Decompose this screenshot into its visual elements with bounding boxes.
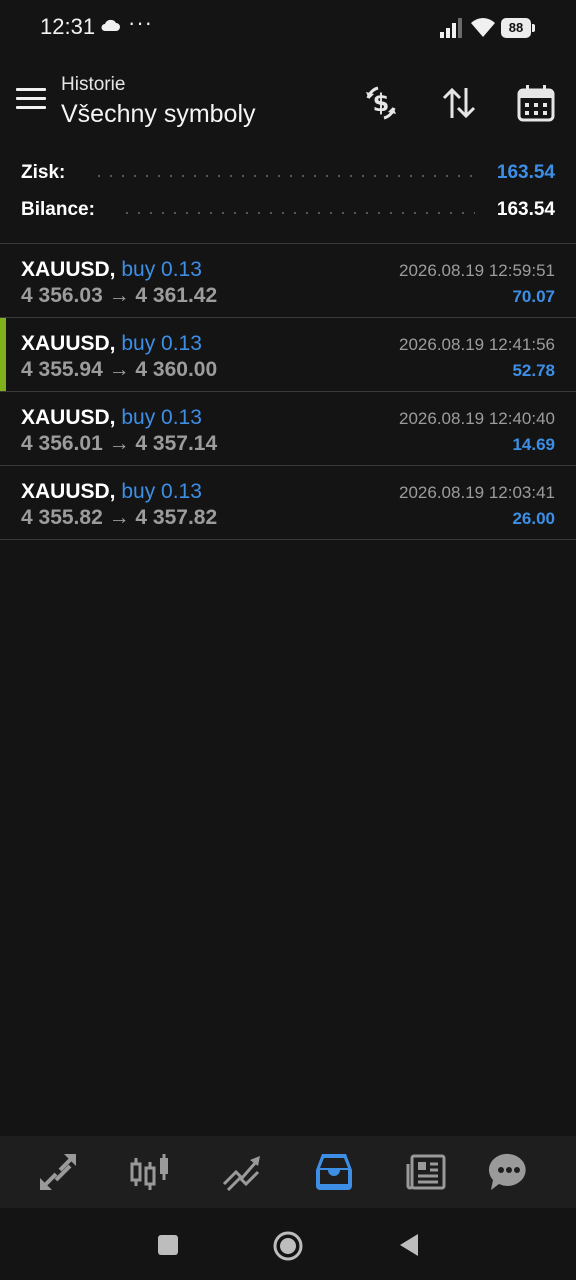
deal-time: 2026.08.19 12:41:56 (399, 335, 555, 354)
deal-row[interactable]: XAUUSD, buy 0.13 4 356.03 → 4 361.42 202… (0, 243, 576, 317)
deal-symbol: XAUUSD, buy 0.13 (21, 332, 202, 355)
deal-type: buy 0.13 (115, 258, 202, 281)
deal-prices: 4 355.94 → 4 360.00 (21, 358, 218, 381)
status-bar: 12:31 ··· 88 (0, 0, 576, 56)
deal-time: 2026.08.19 12:40:40 (399, 409, 555, 428)
deal-profit: 52.78 (512, 361, 555, 380)
balance-value: 163.54 (496, 199, 555, 220)
deal-type: buy 0.13 (115, 480, 202, 503)
deal-row-selected[interactable]: XAUUSD, buy 0.13 4 355.94 → 4 360.00 202… (0, 317, 576, 391)
deal-row[interactable]: XAUUSD, buy 0.13 4 356.01 → 4 357.14 202… (0, 391, 576, 465)
deal-symbol: XAUUSD, buy 0.13 (21, 480, 202, 503)
history-icon[interactable] (312, 1150, 356, 1194)
deal-time: 2026.08.19 12:59:51 (399, 261, 555, 280)
status-time: 12:31 (40, 14, 96, 39)
battery-icon: 88 (501, 18, 531, 38)
symbol-filter-title[interactable]: Všechny symboly (61, 100, 256, 129)
battery-tip (532, 24, 535, 32)
deal-profit: 14.69 (512, 435, 555, 454)
wifi-icon (470, 16, 496, 43)
svg-text:$: $ (373, 89, 390, 117)
leader-dots (121, 212, 475, 214)
deal-prices: 4 356.01 → 4 357.14 (21, 432, 218, 455)
profit-label: Zisk: (21, 162, 66, 183)
chart-icon[interactable] (128, 1150, 172, 1194)
deal-type: buy 0.13 (115, 406, 202, 429)
signal-icon (440, 18, 464, 43)
deal-list: XAUUSD, buy 0.13 4 356.03 → 4 361.42 202… (0, 243, 576, 540)
deal-profit: 26.00 (512, 509, 555, 528)
cloud-icon (100, 18, 120, 37)
selection-marker (0, 318, 6, 391)
chat-icon[interactable] (487, 1150, 531, 1194)
back-icon[interactable] (394, 1230, 424, 1260)
deal-prices: 4 355.82 → 4 357.82 (21, 506, 218, 529)
recent-apps-icon[interactable] (153, 1230, 183, 1260)
news-icon[interactable] (404, 1150, 448, 1194)
deal-symbol: XAUUSD, buy 0.13 (21, 406, 202, 429)
deal-type: buy 0.13 (115, 332, 202, 355)
system-navigation (0, 1208, 576, 1280)
sort-icon[interactable] (438, 82, 480, 124)
menu-icon[interactable] (16, 88, 46, 112)
deal-time: 2026.08.19 12:03:41 (399, 483, 555, 502)
profit-summary: Zisk: 163.54 (21, 162, 555, 192)
balance-summary: Bilance: 163.54 (21, 199, 555, 229)
quotes-icon[interactable] (36, 1150, 80, 1194)
currency-exchange-icon[interactable]: $ (360, 82, 402, 124)
bottom-navigation (0, 1136, 576, 1208)
deal-row[interactable]: XAUUSD, buy 0.13 4 355.82 → 4 357.82 202… (0, 465, 576, 540)
home-icon[interactable] (272, 1230, 303, 1261)
deal-prices: 4 356.03 → 4 361.42 (21, 284, 218, 307)
page-subtitle: Historie (61, 74, 126, 95)
calendar-icon[interactable] (515, 82, 557, 124)
leader-dots (93, 175, 475, 177)
deal-profit: 70.07 (512, 287, 555, 306)
deal-symbol: XAUUSD, buy 0.13 (21, 258, 202, 281)
balance-label: Bilance: (21, 199, 95, 220)
more-notifications-indicator: ··· (128, 10, 153, 35)
trade-icon[interactable] (220, 1150, 264, 1194)
profit-value: 163.54 (496, 162, 555, 183)
app-bar: Historie Všechny symboly $ (0, 60, 576, 150)
